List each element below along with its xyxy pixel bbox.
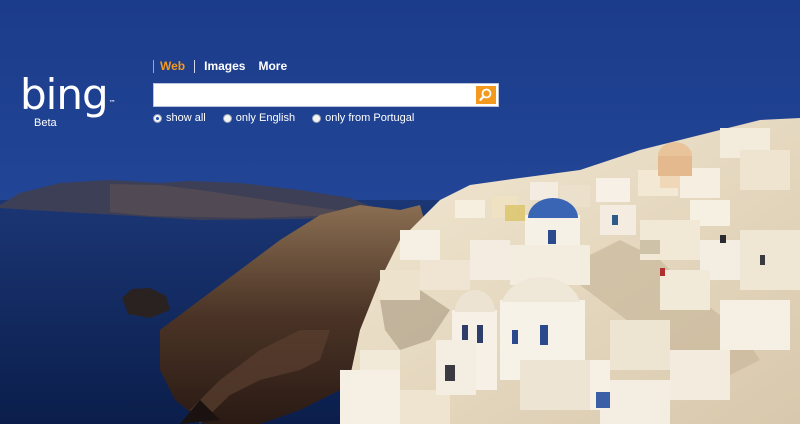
radio-button[interactable]	[222, 113, 232, 123]
nav-web[interactable]: Web	[160, 59, 185, 73]
beta-badge: Beta	[34, 117, 57, 129]
trademark-mark: ™	[108, 99, 116, 107]
scope-label: show all	[166, 112, 206, 124]
search-box	[153, 83, 499, 107]
scope-only-from-portugal[interactable]: only from Portugal	[312, 112, 414, 124]
search-category-nav: Web Images More	[153, 58, 287, 74]
bing-logo[interactable]: bing ™	[20, 74, 116, 116]
scope-show-all[interactable]: show all	[153, 112, 206, 124]
radio-button[interactable]	[312, 113, 322, 123]
nav-more[interactable]: More	[258, 59, 287, 73]
nav-images[interactable]: Images	[204, 59, 245, 73]
logo-text: bing	[20, 70, 109, 119]
nav-divider	[194, 59, 196, 73]
scope-only-english[interactable]: only English	[222, 112, 296, 124]
nav-active-marker	[153, 59, 154, 73]
scope-label: only English	[235, 112, 296, 124]
scope-label: only from Portugal	[325, 112, 415, 124]
search-scope-options: show all only English only from Portugal	[153, 112, 431, 124]
background-photo	[0, 0, 800, 424]
search-input[interactable]	[158, 86, 472, 106]
radio-button-selected[interactable]	[153, 113, 162, 123]
magnifier-icon	[479, 88, 492, 101]
search-button[interactable]	[476, 86, 496, 104]
